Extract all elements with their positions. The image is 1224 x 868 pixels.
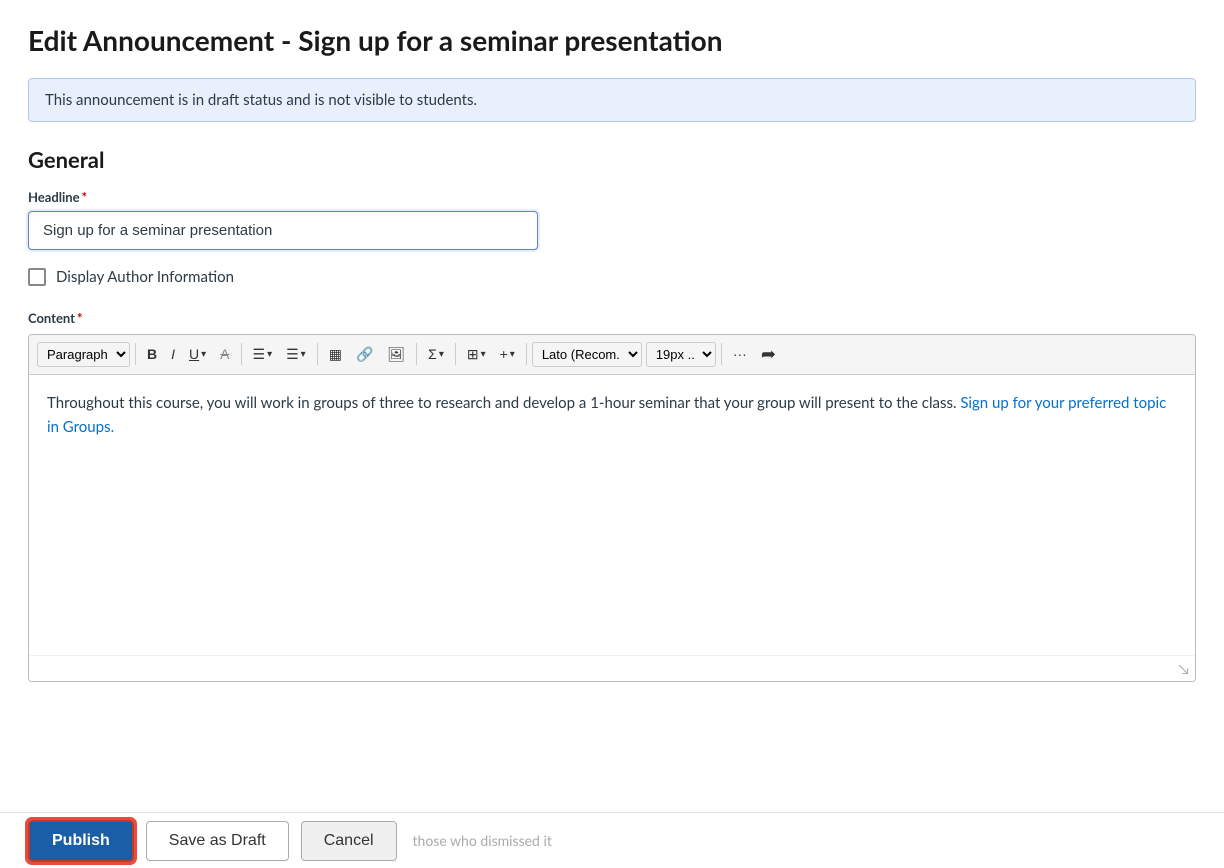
toolbar-divider-2 — [241, 343, 242, 365]
content-label: Content* — [28, 310, 1196, 326]
toolbar-divider-6 — [526, 343, 527, 365]
list-button[interactable]: ☰ ▾ — [280, 342, 312, 367]
size-select[interactable]: 19px ... — [646, 342, 716, 367]
toolbar-divider-5 — [455, 343, 456, 365]
author-info-checkbox[interactable] — [28, 268, 46, 286]
link-button[interactable]: 🔗 — [350, 342, 379, 367]
strikethrough-button[interactable]: A — [214, 342, 235, 366]
toolbar-divider-4 — [416, 343, 417, 365]
editor-content-area[interactable]: Throughout this course, you will work in… — [29, 375, 1195, 655]
draft-banner-text: This announcement is in draft status and… — [45, 91, 477, 109]
expand-button[interactable]: ➦ — [755, 340, 782, 369]
toolbar-divider-7 — [721, 343, 722, 365]
publish-button[interactable]: Publish — [28, 820, 134, 862]
plus-button[interactable]: + ▾ — [494, 342, 521, 366]
headline-input[interactable] — [28, 211, 538, 250]
resize-icon: ↘ — [1179, 660, 1190, 677]
action-bar: Publish Save as Draft Cancel those who d… — [0, 812, 1224, 868]
more-button[interactable]: ··· — [727, 342, 753, 366]
headline-label: Headline* — [28, 189, 1196, 205]
section-general: General — [28, 146, 1196, 173]
table-button[interactable]: ⊞ ▾ — [461, 342, 492, 367]
font-select[interactable]: Lato (Recom... — [532, 342, 642, 367]
page-title: Edit Announcement - Sign up for a semina… — [28, 24, 1196, 58]
editor-body-text: Throughout this course, you will work in… — [47, 394, 960, 412]
toolbar-divider-3 — [317, 343, 318, 365]
draft-banner: This announcement is in draft status and… — [28, 78, 1196, 122]
columns-button[interactable]: ▦ — [323, 342, 348, 367]
editor-toolbar: Paragraph B I U ▾ A ☰ ▾ ☰ ▾ — [29, 335, 1195, 375]
content-editor: Paragraph B I U ▾ A ☰ ▾ ☰ ▾ — [28, 334, 1196, 682]
sigma-button[interactable]: Σ ▾ — [422, 342, 450, 366]
cancel-button[interactable]: Cancel — [301, 821, 397, 861]
toolbar-divider-1 — [135, 343, 136, 365]
author-info-label: Display Author Information — [56, 268, 234, 286]
italic-button[interactable]: I — [165, 342, 181, 366]
author-info-row: Display Author Information — [28, 268, 1196, 286]
underline-button[interactable]: U ▾ — [183, 342, 212, 366]
paragraph-select[interactable]: Paragraph — [37, 342, 130, 367]
bold-button[interactable]: B — [141, 342, 163, 366]
action-bar-trailing-text: those who dismissed it — [413, 832, 552, 849]
editor-resize-handle: ↘ — [29, 655, 1195, 681]
save-draft-button[interactable]: Save as Draft — [146, 821, 289, 861]
page-wrapper: Edit Announcement - Sign up for a semina… — [0, 0, 1224, 812]
align-button[interactable]: ☰ ▾ — [247, 342, 279, 367]
image-button[interactable]: 🖼 — [381, 342, 411, 367]
